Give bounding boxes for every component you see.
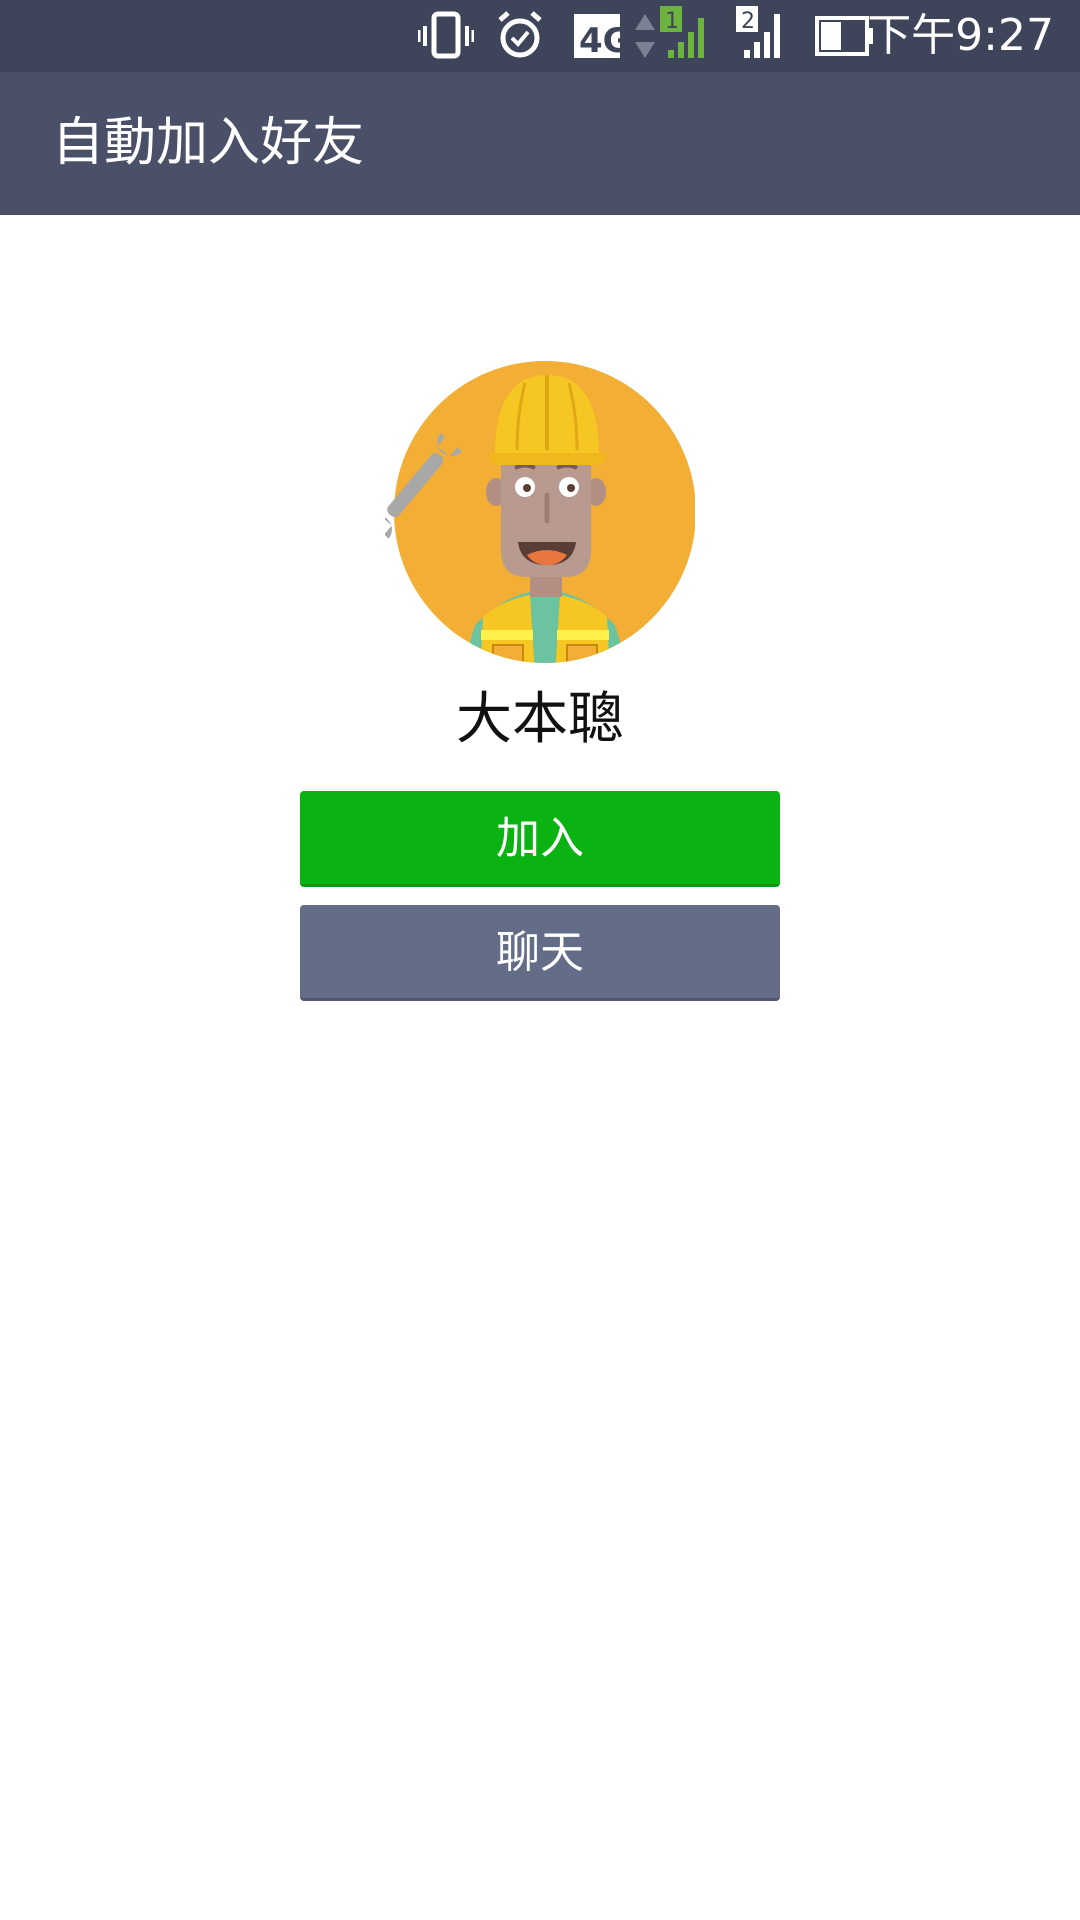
- profile-avatar[interactable]: [385, 355, 695, 675]
- page-title: 自動加入好友: [52, 113, 365, 173]
- status-bar: 4G 1 2 下午9:27: [0, 0, 1080, 72]
- add-friend-button[interactable]: 加入: [300, 791, 780, 887]
- app-bar: 自動加入好友: [0, 72, 1080, 215]
- vibrate-icon: [418, 11, 474, 59]
- status-time: 下午9:27: [867, 10, 1054, 61]
- alarm-icon: [498, 11, 542, 58]
- svg-text:1: 1: [665, 9, 679, 34]
- svg-text:2: 2: [741, 9, 755, 34]
- profile-name: 大本聰: [456, 687, 624, 752]
- signal-sim2-icon: 2: [736, 6, 780, 58]
- data-arrows-icon: [635, 14, 655, 58]
- 4g-plus-icon: 4G: [574, 14, 622, 61]
- svg-text:4G: 4G: [579, 21, 622, 61]
- chat-button[interactable]: 聊天: [300, 905, 780, 1001]
- signal-sim1-icon: 1: [660, 6, 704, 58]
